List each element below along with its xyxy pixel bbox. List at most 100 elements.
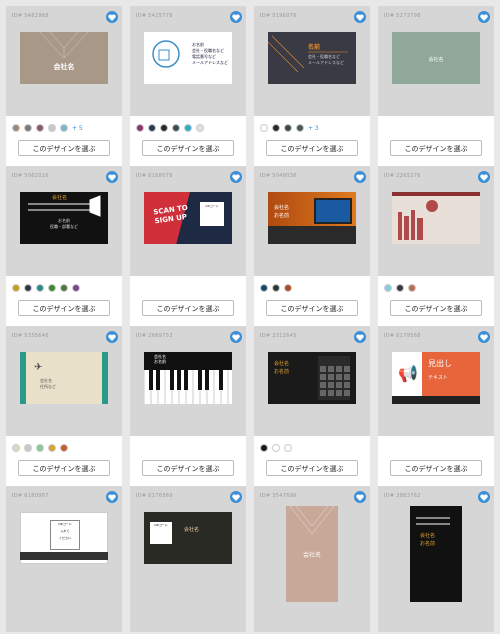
- color-swatch[interactable]: [60, 444, 68, 452]
- color-swatch[interactable]: [272, 444, 280, 452]
- color-swatch[interactable]: [260, 284, 268, 292]
- design-id: ID# 2265276: [384, 173, 421, 179]
- color-swatch[interactable]: [24, 444, 32, 452]
- design-card[interactable]: ID# 5335646 ✈ 会社名 住所など このデザインを選ぶ: [6, 326, 122, 486]
- card-design-thumbnail[interactable]: 会社名 お名前: [144, 352, 232, 404]
- select-design-button[interactable]: このデザインを選ぶ: [266, 140, 358, 156]
- select-design-button[interactable]: このデザインを選ぶ: [18, 140, 110, 156]
- design-card[interactable]: ID# 6168079 SCAN TO SIGN UP QRコード このデザインを選ぶ: [130, 166, 246, 326]
- select-design-button[interactable]: このデザインを選ぶ: [18, 460, 110, 476]
- color-swatch[interactable]: [48, 124, 56, 132]
- design-card[interactable]: ID# 5062016 会社名 お名前 役職・部署など このデザインを選ぶ: [6, 166, 122, 326]
- design-card[interactable]: ID# 5425779 お名前 会社・役職名など 電話番号など メールアドレスなど このデ…: [130, 6, 246, 166]
- more-colors-link[interactable]: + 5: [72, 125, 83, 132]
- color-swatches: [260, 284, 292, 292]
- favorite-heart-icon[interactable]: [478, 171, 490, 183]
- design-card[interactable]: ID# 3863762 会社名 お名前: [378, 486, 494, 632]
- favorite-heart-icon[interactable]: [106, 171, 118, 183]
- color-swatch[interactable]: [260, 124, 268, 132]
- card-design-thumbnail[interactable]: 会社名: [286, 506, 338, 602]
- color-swatch[interactable]: [160, 124, 168, 132]
- favorite-heart-icon[interactable]: [230, 331, 242, 343]
- color-swatch[interactable]: [284, 444, 292, 452]
- color-swatch[interactable]: [284, 124, 292, 132]
- favorite-heart-icon[interactable]: [478, 11, 490, 23]
- select-design-button[interactable]: このデザインを選ぶ: [18, 300, 110, 316]
- select-design-button[interactable]: このデザインを選ぶ: [390, 300, 482, 316]
- color-swatch[interactable]: [136, 124, 144, 132]
- favorite-heart-icon[interactable]: [478, 331, 490, 343]
- card-design-thumbnail[interactable]: QRコード 会社名: [144, 512, 232, 564]
- design-card[interactable]: ID# 2265276 このデザインを選ぶ: [378, 166, 494, 326]
- favorite-heart-icon[interactable]: [106, 491, 118, 503]
- design-card[interactable]: ID# 5273798 会社名 このデザインを選ぶ: [378, 6, 494, 166]
- color-swatch[interactable]: [24, 284, 32, 292]
- select-design-button[interactable]: このデザインを選ぶ: [142, 140, 234, 156]
- favorite-heart-icon[interactable]: [354, 11, 366, 23]
- select-design-button[interactable]: このデザインを選ぶ: [266, 460, 358, 476]
- design-card[interactable]: ID# 5482968 会社名 + 5 このデザインを選ぶ: [6, 6, 122, 166]
- favorite-heart-icon[interactable]: [230, 11, 242, 23]
- color-swatch[interactable]: [12, 124, 20, 132]
- more-colors-link[interactable]: + 3: [308, 125, 319, 132]
- select-design-button[interactable]: このデザインを選ぶ: [266, 300, 358, 316]
- color-swatch[interactable]: [36, 284, 44, 292]
- card-footer: + 5 このデザインを選ぶ: [6, 116, 122, 166]
- design-card[interactable]: ID# 5048036 会社名 お名前 このデザインを選ぶ: [254, 166, 370, 326]
- design-card[interactable]: ID# 3547696 会社名: [254, 486, 370, 632]
- color-swatch[interactable]: [60, 124, 68, 132]
- design-card[interactable]: ID# 6180967 QRコード 入れて ください: [6, 486, 122, 632]
- color-swatch[interactable]: [12, 284, 20, 292]
- card-design-thumbnail[interactable]: 会社名: [392, 32, 480, 84]
- color-swatch[interactable]: [60, 284, 68, 292]
- select-design-button[interactable]: このデザインを選ぶ: [142, 300, 234, 316]
- favorite-heart-icon[interactable]: [354, 171, 366, 183]
- favorite-heart-icon[interactable]: [354, 331, 366, 343]
- color-swatch[interactable]: [36, 444, 44, 452]
- card-design-thumbnail[interactable]: お名前 会社・役職名など 電話番号など メールアドレスなど: [144, 32, 232, 84]
- color-swatch[interactable]: [48, 284, 56, 292]
- card-design-thumbnail[interactable]: 会社名 お名前: [268, 352, 356, 404]
- color-swatch[interactable]: [184, 124, 192, 132]
- card-design-thumbnail[interactable]: QRコード 入れて ください: [20, 512, 108, 564]
- color-swatch[interactable]: [148, 124, 156, 132]
- select-design-button[interactable]: このデザインを選ぶ: [390, 140, 482, 156]
- color-swatch[interactable]: [384, 284, 392, 292]
- favorite-heart-icon[interactable]: [106, 11, 118, 23]
- color-swatch[interactable]: [172, 124, 180, 132]
- favorite-heart-icon[interactable]: [478, 491, 490, 503]
- design-card[interactable]: ID# 2669753 会社名 お名前 このデザインを選ぶ: [130, 326, 246, 486]
- favorite-heart-icon[interactable]: [354, 491, 366, 503]
- color-swatch[interactable]: [48, 444, 56, 452]
- color-swatch[interactable]: [272, 124, 280, 132]
- card-design-thumbnail[interactable]: SCAN TO SIGN UP QRコード: [144, 192, 232, 244]
- card-design-thumbnail[interactable]: 会社名 お名前: [410, 506, 462, 602]
- card-design-thumbnail[interactable]: 名前 会社・役職名など メールアドレスなど: [268, 32, 356, 84]
- select-design-button[interactable]: このデザインを選ぶ: [390, 460, 482, 476]
- color-swatch[interactable]: [72, 284, 80, 292]
- design-card[interactable]: ID# 5196076 名前 会社・役職名など メールアドレスなど + 3 このデザインを…: [254, 6, 370, 166]
- color-swatch[interactable]: [284, 284, 292, 292]
- color-swatch[interactable]: [260, 444, 268, 452]
- color-swatch[interactable]: [272, 284, 280, 292]
- favorite-heart-icon[interactable]: [230, 491, 242, 503]
- card-design-thumbnail[interactable]: 会社名 お名前: [268, 192, 356, 244]
- favorite-heart-icon[interactable]: [230, 171, 242, 183]
- card-design-thumbnail[interactable]: 会社名 お名前 役職・部署など: [20, 192, 108, 244]
- color-swatch[interactable]: [36, 124, 44, 132]
- card-design-thumbnail[interactable]: 会社名: [20, 32, 108, 84]
- card-design-thumbnail[interactable]: [392, 192, 480, 244]
- card-design-thumbnail[interactable]: ✈ 会社名 住所など: [20, 352, 108, 404]
- color-swatch[interactable]: [408, 284, 416, 292]
- favorite-heart-icon[interactable]: [106, 331, 118, 343]
- color-swatch[interactable]: [296, 124, 304, 132]
- design-card[interactable]: ID# 2311645 会社名 お名前 このデザインを選ぶ: [254, 326, 370, 486]
- color-swatch[interactable]: [12, 444, 20, 452]
- color-swatch[interactable]: [396, 284, 404, 292]
- design-card[interactable]: ID# 6176569 QRコード 会社名: [130, 486, 246, 632]
- select-design-button[interactable]: このデザインを選ぶ: [142, 460, 234, 476]
- color-swatch[interactable]: [24, 124, 32, 132]
- card-design-thumbnail[interactable]: 📢 見出し テキスト: [392, 352, 480, 404]
- color-swatch[interactable]: [196, 124, 204, 132]
- design-card[interactable]: ID# 6179568 📢 見出し テキスト このデザインを選ぶ: [378, 326, 494, 486]
